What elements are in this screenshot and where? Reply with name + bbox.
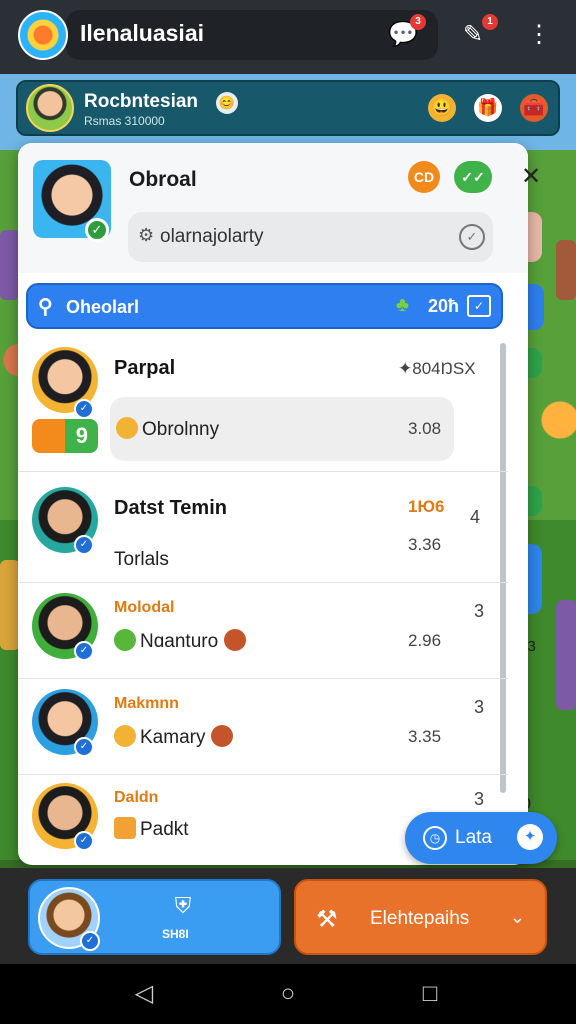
unread-count: 4 xyxy=(470,507,481,527)
background-house xyxy=(0,230,20,300)
checkbox-icon[interactable]: ✓ xyxy=(467,295,491,317)
background-house xyxy=(556,600,576,710)
floating-button-label: Lata xyxy=(455,827,492,848)
message-time: 3.36 xyxy=(408,535,442,554)
chat-meta: 1Ю6 xyxy=(408,497,445,516)
smile-emoji-icon: 😊 xyxy=(216,92,238,114)
shield-logo-icon: ⛨ xyxy=(174,893,192,918)
chat-panel: ✓ Obroal CD ✓✓ ⚙ olarnajolarty ✓ ⚲ Oheol… xyxy=(18,143,528,865)
treasure-chest-icon[interactable]: 🧰 xyxy=(520,94,548,122)
orange-chip[interactable]: CD xyxy=(408,161,440,193)
search-count: 20ћ xyxy=(427,296,459,316)
contact-name: Makmnn xyxy=(114,695,179,712)
banner-name: Rocbntesian xyxy=(84,91,199,112)
chevron-down-icon: ⌄ xyxy=(509,907,525,927)
app-top-bar: Ilenaluasiai 💬 3 ✎ 1 ⋮ xyxy=(0,0,576,74)
message-preview: Obrolnny xyxy=(116,417,219,441)
contact-badge: ✓ xyxy=(74,399,94,419)
home-icon[interactable]: ○ xyxy=(272,978,304,1010)
status-input[interactable]: ⚙ olarnajolarty ✓ xyxy=(128,212,493,262)
message-preview: Torlals xyxy=(114,549,169,570)
emoji-icon xyxy=(211,725,234,747)
message-preview: Padkt xyxy=(114,817,189,841)
floating-action-button[interactable]: ◷ Lata ✦ xyxy=(405,812,557,864)
search-icon: ⚲ xyxy=(38,296,53,318)
banner-subtitle: Rsmas 310000 xyxy=(84,114,165,128)
gift-icon[interactable]: 🎁 xyxy=(474,94,502,122)
system-navigation-bar: ◁ ○ □ xyxy=(0,964,576,1024)
clock-icon: ◷ xyxy=(423,826,447,850)
profile-button-label: SH8I xyxy=(162,927,189,941)
search-bar[interactable]: ⚲ Oheolarl ♣ 20ћ ✓ xyxy=(26,283,503,329)
contact-name: Molodal xyxy=(114,599,175,616)
app-title: Ilenaluasiai xyxy=(80,20,205,46)
app-logo[interactable] xyxy=(18,10,68,60)
game-badge-icon: 9 xyxy=(32,419,98,453)
player-badge: ✓ xyxy=(80,931,100,951)
emoji-icon xyxy=(114,629,136,651)
message-time: 3.35 xyxy=(408,727,442,746)
search-text: Oheolarl xyxy=(66,297,140,317)
emoji-icon xyxy=(224,629,247,651)
message-time: 2.96 xyxy=(408,631,442,650)
hammer-icon: ⚒ xyxy=(316,906,338,933)
smile-emoji-icon xyxy=(116,417,138,439)
star-icon: ✦ xyxy=(517,824,543,850)
more-menu-icon[interactable]: ⋮ xyxy=(524,20,554,50)
message-preview: Kamary xyxy=(114,725,237,749)
profile-action-button[interactable]: ✓ ⛨ SH8I xyxy=(28,879,281,955)
banner-avatar xyxy=(26,84,74,132)
leaf-icon: ♣ xyxy=(395,294,409,316)
green-chip[interactable]: ✓✓ xyxy=(454,161,492,193)
unread-count: 3 xyxy=(474,601,485,621)
message-preview: Nɑanturo xyxy=(114,629,250,653)
close-icon[interactable]: ✕ xyxy=(516,162,546,192)
edit-badge: 1 xyxy=(482,14,498,30)
chat-row[interactable]: ✓ Makmnn Kamary 3.35 3 xyxy=(18,679,508,775)
panel-title: Obroal xyxy=(129,168,197,191)
contact-name: Parpal xyxy=(114,357,176,379)
message-time: 3.08 xyxy=(408,419,442,438)
background-house xyxy=(0,560,20,650)
verified-check-icon: ✓ xyxy=(85,218,109,242)
thumbs-icon xyxy=(114,817,136,839)
status-text: olarnajolarty xyxy=(160,226,264,247)
unread-count: 3 xyxy=(474,789,485,809)
profile-banner[interactable]: Rocbntesian 😊 Rsmas 310000 😃 🎁 🧰 xyxy=(16,80,560,136)
contact-name: Daldn xyxy=(114,789,159,806)
contact-badge: ✓ xyxy=(74,535,94,555)
check-circle-icon[interactable]: ✓ xyxy=(459,224,485,250)
back-icon[interactable]: ◁ xyxy=(128,978,160,1010)
chat-row[interactable]: ✓ Molodal Nɑanturo 2.96 3 xyxy=(18,583,508,679)
settings-gear-icon: ⚙ xyxy=(138,225,155,245)
emoji-icon xyxy=(114,725,136,747)
recents-icon[interactable]: □ xyxy=(414,978,446,1010)
contact-badge: ✓ xyxy=(74,737,94,757)
chat-row[interactable]: ✓ Datst Temin Torlals 1Ю6 3.36 4 xyxy=(18,473,508,583)
contact-name: Datst Temin xyxy=(114,497,227,519)
orange-action-button[interactable]: ⚒ Elehtepaihs ⌄ xyxy=(294,879,547,955)
unread-count: 3 xyxy=(474,697,485,717)
contact-badge: ✓ xyxy=(74,831,94,851)
face-emoji-icon[interactable]: 😃 xyxy=(428,94,456,122)
background-house xyxy=(556,240,576,300)
chat-meta: ✦804ŊSX xyxy=(398,359,476,378)
orange-button-label: Elehtepaihs xyxy=(370,908,470,929)
message-preview-bubble: Obrolnny 3.08 xyxy=(110,397,454,461)
contact-badge: ✓ xyxy=(74,641,94,661)
chat-badge: 3 xyxy=(410,14,426,30)
